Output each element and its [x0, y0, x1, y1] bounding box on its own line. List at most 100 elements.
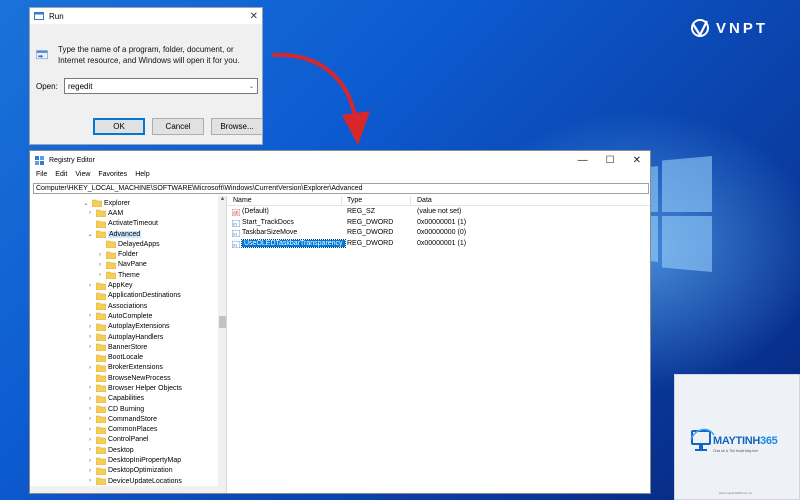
chevron-right-icon[interactable]: ›	[86, 313, 94, 319]
menu-file[interactable]: File	[36, 171, 47, 178]
minimize-icon[interactable]: —	[578, 155, 588, 166]
tree-item[interactable]: › AutoplayExtensions	[30, 322, 226, 332]
tree-vertical-scrollbar[interactable]: ▲	[218, 196, 226, 493]
tree-item[interactable]: › CommonPlaces	[30, 425, 226, 435]
tree-item[interactable]: › Browser Helper Objects	[30, 383, 226, 393]
tree-item[interactable]: › BannerStore	[30, 342, 226, 352]
cancel-button[interactable]: Cancel	[152, 118, 204, 135]
chevron-down-icon[interactable]: ⌄	[82, 200, 90, 207]
tree-item[interactable]: › DesktopIniPropertyMap	[30, 455, 226, 465]
chevron-right-icon[interactable]: ›	[96, 252, 104, 258]
column-name[interactable]: Name	[233, 197, 252, 204]
chevron-right-icon[interactable]: ›	[86, 210, 94, 216]
chevron-down-icon[interactable]: ⌄	[86, 231, 94, 238]
tree-item[interactable]: › AAM	[30, 208, 226, 218]
chevron-right-icon[interactable]: ›	[86, 385, 94, 391]
tree-item-label: ActivateTimeout	[108, 220, 158, 228]
tree-item[interactable]: › ControlPanel	[30, 435, 226, 445]
tree-item[interactable]: › Desktop	[30, 445, 226, 455]
registry-titlebar[interactable]: Registry Editor — ☐ ✕	[30, 151, 650, 169]
chevron-right-icon[interactable]: ›	[86, 396, 94, 402]
maytinh-tagline: Chia sẻ & Thủ thuật Máy tính	[713, 449, 759, 453]
vnpt-logo: VNPT	[690, 18, 768, 38]
chevron-right-icon[interactable]: ›	[86, 416, 94, 422]
tree-item[interactable]: › Capabilities	[30, 394, 226, 404]
tree-item[interactable]: BrowseNewProcess	[30, 373, 226, 383]
tree-item[interactable]: › AutoplayHandlers	[30, 332, 226, 342]
tree-item[interactable]: › Folder	[30, 249, 226, 259]
tree-item[interactable]: › CommandStore	[30, 414, 226, 424]
chevron-right-icon[interactable]: ›	[86, 447, 94, 453]
tree-item[interactable]: › Theme	[30, 270, 226, 280]
tree-item[interactable]: › DesktopOptimization	[30, 466, 226, 476]
folder-icon	[96, 210, 106, 218]
menu-view[interactable]: View	[75, 171, 90, 178]
tree-item[interactable]: DelayedApps	[30, 239, 226, 249]
registry-editor-window: Registry Editor — ☐ ✕ File Edit View Fav…	[29, 150, 651, 494]
scroll-thumb[interactable]	[219, 316, 226, 328]
value-row[interactable]: 01 UseOLEDTaskbarTransparency REG_DWORD 0x0…	[227, 238, 650, 250]
folder-icon	[96, 344, 106, 352]
tree-item-label: Explorer	[104, 199, 131, 207]
ok-button[interactable]: OK	[93, 118, 145, 135]
scroll-up-icon[interactable]: ▲	[218, 196, 226, 202]
menu-bar: File Edit View Favorites Help	[30, 169, 650, 180]
tree-item[interactable]: ⌄ Advanced	[30, 229, 226, 239]
menu-favorites[interactable]: Favorites	[98, 171, 127, 178]
tree-item[interactable]: ⌄ Explorer	[30, 198, 226, 208]
chevron-right-icon[interactable]: ›	[96, 272, 104, 278]
value-row[interactable]: 01 TaskbarSizeMove REG_DWORD 0x00000000 (0)	[227, 228, 650, 239]
chevron-right-icon[interactable]: ›	[86, 427, 94, 433]
browse-button[interactable]: Browse...	[211, 118, 263, 135]
tree-item[interactable]: › NavPane	[30, 260, 226, 270]
menu-help[interactable]: Help	[135, 171, 149, 178]
tree-item[interactable]: ActivateTimeout	[30, 219, 226, 229]
value-row[interactable]: ab (Default) REG_SZ (value not set)	[227, 207, 650, 218]
folder-icon	[96, 374, 106, 383]
string-value-icon: ab	[232, 209, 240, 216]
folder-icon	[96, 230, 106, 239]
dword-value-icon: 01	[232, 219, 240, 227]
tree-item[interactable]: Associations	[30, 301, 226, 311]
close-icon[interactable]: ✕	[633, 155, 641, 166]
chevron-right-icon[interactable]: ›	[86, 406, 94, 412]
chevron-right-icon[interactable]: ›	[86, 324, 94, 330]
chevron-down-icon[interactable]: ⌄	[249, 83, 254, 90]
red-arrow	[272, 52, 370, 145]
chevron-right-icon[interactable]: ›	[86, 478, 94, 484]
tree-item[interactable]: › AutoComplete	[30, 311, 226, 321]
chevron-right-icon[interactable]: ›	[96, 262, 104, 268]
chevron-right-icon[interactable]: ›	[86, 437, 94, 443]
tree-item[interactable]: › AppKey	[30, 280, 226, 290]
chevron-right-icon[interactable]: ›	[86, 344, 94, 350]
maximize-icon[interactable]: ☐	[606, 155, 615, 166]
chevron-right-icon[interactable]: ›	[86, 458, 94, 464]
chevron-right-icon[interactable]: ›	[86, 334, 94, 340]
run-titlebar[interactable]: Run ✕	[30, 8, 262, 24]
column-type[interactable]: Type	[347, 197, 362, 204]
run-app-icon	[34, 12, 44, 20]
tree-item[interactable]: › CD Burning	[30, 404, 226, 414]
menu-edit[interactable]: Edit	[55, 171, 67, 178]
folder-icon	[96, 333, 106, 341]
tree-item-label: ApplicationDestinations	[108, 292, 181, 300]
values-pane: Name Type Data ab (Default) REG_SZ (value n…	[227, 196, 650, 493]
folder-icon	[92, 199, 102, 208]
value-data: 0x00000001 (1)	[417, 239, 467, 247]
tree-item[interactable]: ApplicationDestinations	[30, 291, 226, 301]
column-data[interactable]: Data	[417, 197, 432, 204]
folder-icon	[96, 467, 106, 475]
tree-horizontal-scrollbar[interactable]	[30, 486, 226, 493]
open-input[interactable]: regedit ⌄	[64, 78, 258, 94]
tree-item[interactable]: BootLocale	[30, 352, 226, 362]
folder-icon	[106, 251, 116, 259]
run-close-icon[interactable]: ✕	[250, 11, 258, 22]
value-row[interactable]: 01 Start_TrackDocs REG_DWORD 0x00000001 (1)	[227, 218, 650, 229]
tree-item-label: BootLocale	[108, 354, 144, 362]
chevron-right-icon[interactable]: ›	[86, 283, 94, 289]
tree-item[interactable]: › BrokerExtensions	[30, 363, 226, 373]
tree-item[interactable]: › DeviceUpdateLocations	[30, 476, 226, 486]
address-bar[interactable]: Computer\HKEY_LOCAL_MACHINE\SOFTWARE\Mic…	[33, 183, 649, 194]
chevron-right-icon[interactable]: ›	[86, 365, 94, 371]
chevron-right-icon[interactable]: ›	[86, 468, 94, 474]
